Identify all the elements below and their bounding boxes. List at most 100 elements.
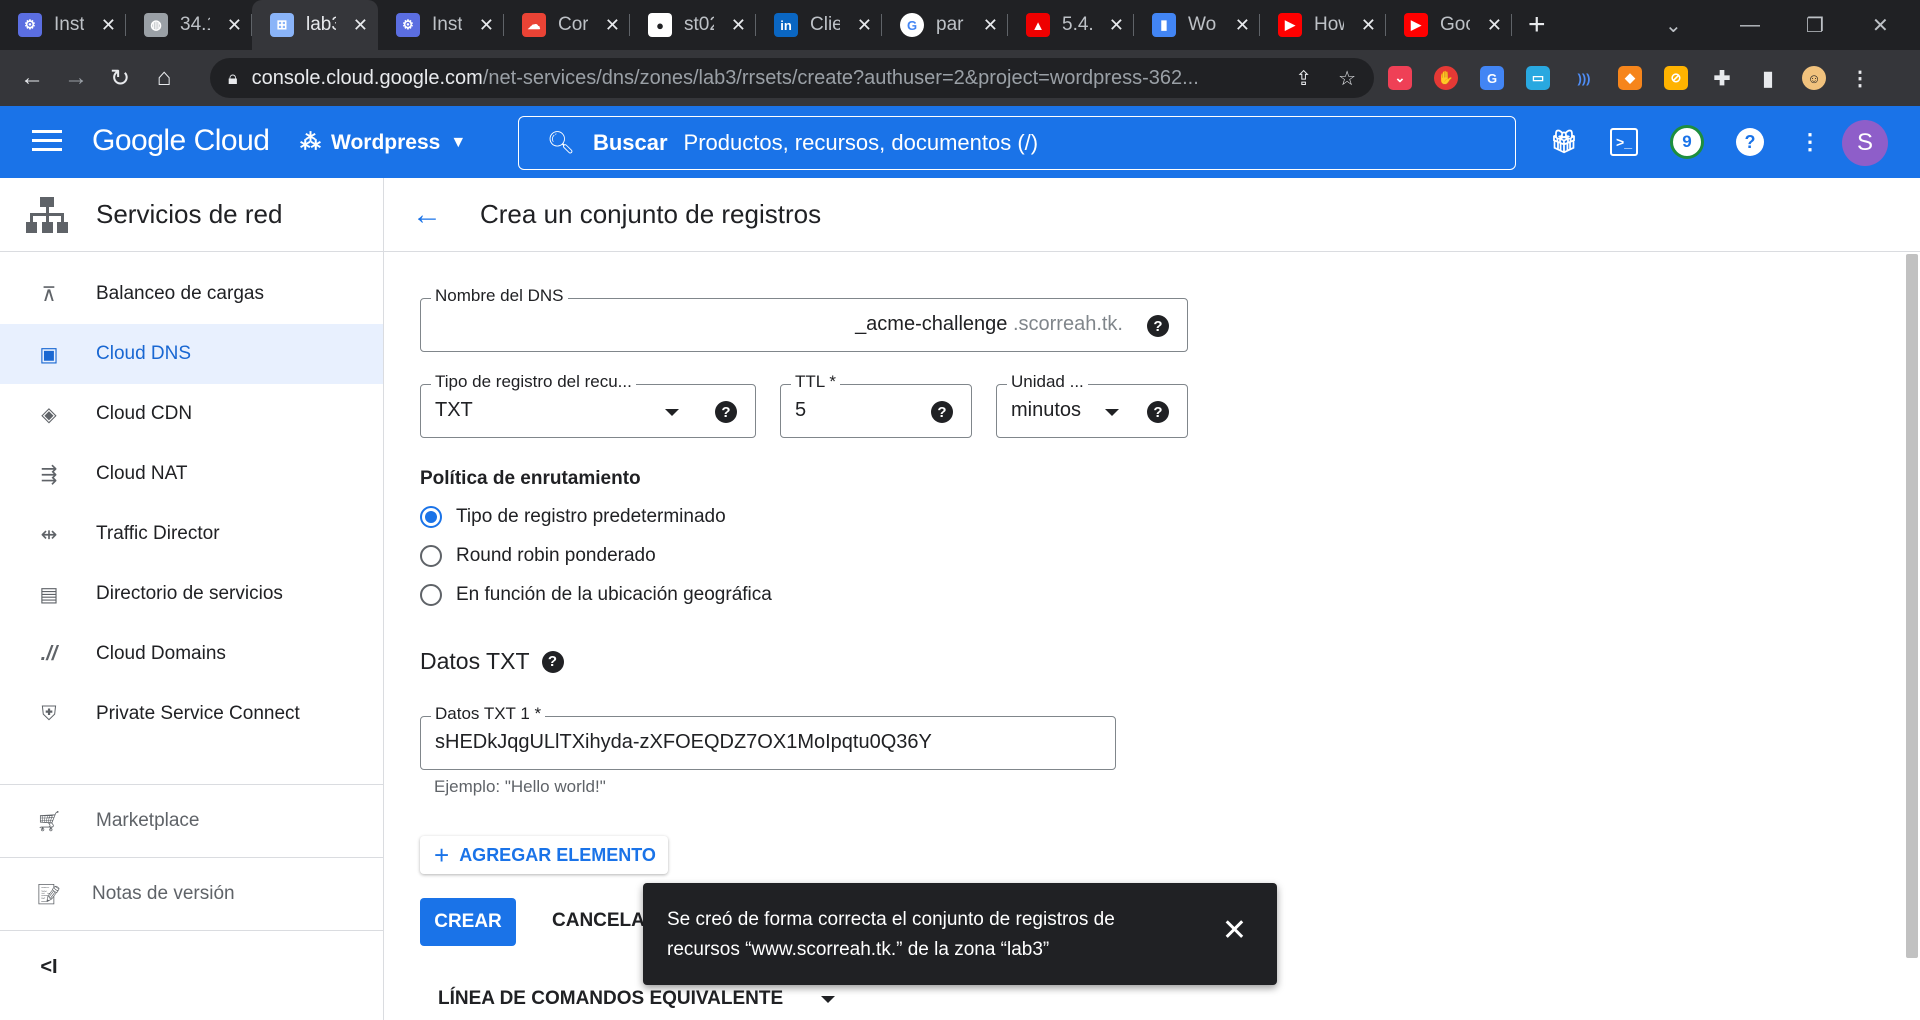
browser-tab[interactable]: ▶ Goo ✕ [1386,0,1512,50]
cloud-shell-icon[interactable]: >_ [1610,128,1638,156]
ttl-unit-select[interactable]: Unidad ... minutos ? [996,372,1188,438]
scrollbar-thumb[interactable] [1906,254,1918,958]
search-input[interactable]: 🔍︎ Buscar Productos, recursos, documento… [518,116,1516,170]
minimize-icon[interactable]: — [1740,0,1760,50]
browser-tab[interactable]: ▮ Wo ✕ [1134,0,1260,50]
close-tab-icon[interactable]: ✕ [1361,15,1376,36]
sidebar-item-label: Cloud CDN [96,403,193,424]
screenshot-icon[interactable]: ▭ [1526,66,1550,90]
help-icon[interactable]: ? [715,401,737,423]
collapse-sidebar-button[interactable]: <I [0,931,383,1003]
restore-icon[interactable]: ❐ [1806,0,1824,50]
browser-tab-active[interactable]: ⊞ lab3 ✕ [252,0,378,50]
ttl-input[interactable]: TTL * 5 ? [780,372,972,438]
close-icon[interactable]: ✕ [1222,913,1247,948]
profile-avatar-icon[interactable]: ☺ [1802,66,1826,90]
sidebar-item-cloud-domains[interactable]: .// Cloud Domains [0,624,383,684]
browser-tab[interactable]: G par ✕ [882,0,1008,50]
help-icon[interactable]: ? [541,650,564,673]
gift-icon[interactable]: 🎁︎ [1550,128,1578,156]
close-tab-icon[interactable]: ✕ [605,15,620,36]
dropdown-arrow-icon: ▼ [450,133,467,151]
create-button[interactable]: CREAR [420,898,516,946]
address-bar[interactable]: 🔒︎ console.cloud.google.com/net-services… [210,58,1374,98]
new-tab-button[interactable]: + [1528,8,1546,42]
sidebar-item-load-balancing[interactable]: ⊼ Balanceo de cargas [0,264,383,324]
browser-tab[interactable]: ◍ 34.1 ✕ [126,0,252,50]
sidebar-item-traffic-director[interactable]: ⇹ Traffic Director [0,504,383,564]
blocker-icon[interactable]: ⊘ [1664,66,1688,90]
sidebar-item-service-directory[interactable]: ▤ Directorio de servicios [0,564,383,624]
notifications-badge[interactable]: 9 [1670,125,1704,159]
browser-tab[interactable]: ⚙ Inst ✕ [378,0,504,50]
close-tab-icon[interactable]: ✕ [857,15,872,36]
sidebar-title: Servicios de red [96,199,283,229]
browser-tab[interactable]: ▲ 5.4. ✕ [1008,0,1134,50]
sidebar-item-cloud-cdn[interactable]: ◈ Cloud CDN [0,384,383,444]
browser-tab[interactable]: in Clie ✕ [756,0,882,50]
home-icon[interactable]: ⌂ [142,64,186,92]
browser-tab[interactable]: ▶ How ✕ [1260,0,1386,50]
browser-tab[interactable]: ● st02 ✕ [630,0,756,50]
add-item-button[interactable]: + AGREGAR ELEMENTO [420,836,668,874]
radio-weighted-round-robin[interactable]: Round robin ponderado [420,545,656,567]
pocket-icon[interactable]: ⌄ [1388,66,1412,90]
close-tab-icon[interactable]: ✕ [1487,15,1502,36]
radio-unselected-icon[interactable] [420,584,442,606]
radio-unselected-icon[interactable] [420,545,442,567]
reload-icon[interactable]: ↻ [98,64,142,93]
audio-icon[interactable]: ))) [1572,66,1596,90]
browser-tab[interactable]: ☁ Cor ✕ [504,0,630,50]
dns-name-field[interactable]: Nombre del DNS _acme-challenge .scorreah… [420,286,1188,352]
sidebar-item-marketplace[interactable]: 🛒︎ Marketplace [0,785,383,857]
sidebar-item-release-notes[interactable]: 📝︎ Notas de versión [0,858,383,930]
private-service-connect-icon: ⛨ [41,702,57,725]
close-tab-icon[interactable]: ✕ [227,15,242,36]
hamburger-menu-icon[interactable] [32,130,62,157]
close-tab-icon[interactable]: ✕ [353,15,368,36]
sidebar: Servicios de red ⊼ Balanceo de cargas ▣ … [0,178,384,1020]
sidebar-item-private-service-connect[interactable]: ⛨ Private Service Connect [0,684,383,744]
close-tab-icon[interactable]: ✕ [983,15,998,36]
metamask-icon[interactable]: ◆ [1618,66,1642,90]
close-tab-icon[interactable]: ✕ [731,15,746,36]
adblock-icon[interactable]: ✋ [1434,66,1458,90]
forward-icon[interactable]: → [54,64,98,92]
snackbar-message: Se creó de forma correcta el conjunto de… [667,909,1115,960]
close-tab-icon[interactable]: ✕ [1109,15,1124,36]
txt-data-input[interactable]: Datos TXT 1 * sHEDkJqgULlTXihyda-zXFOEQD… [420,704,1116,770]
radio-selected-icon[interactable] [420,506,442,528]
project-selector[interactable]: ⁂ Wordpress ▼ [300,130,466,155]
close-window-icon[interactable]: ✕ [1872,0,1889,50]
record-type-select[interactable]: Tipo de registro del recu... TXT ? [420,372,756,438]
txt-data-value: sHEDkJqgULlTXihyda-zXFOEQDZ7OX1MoIpqtu0Q… [435,731,932,753]
share-icon[interactable]: ⇪ [1295,66,1312,91]
close-tab-icon[interactable]: ✕ [479,15,494,36]
sidebar-item-cloud-dns[interactable]: ▣ Cloud DNS [0,324,383,384]
sidebar-item-cloud-nat[interactable]: ⇶ Cloud NAT [0,444,383,504]
google-cloud-logo[interactable]: Google Cloud [92,124,270,158]
browser-menu-icon[interactable]: ⋮ [1848,66,1872,90]
help-icon[interactable]: ? [1147,315,1169,337]
browser-tab[interactable]: ⚙ Inst ✕ [0,0,126,50]
sidepanel-icon[interactable]: ▮ [1756,66,1780,90]
avatar[interactable]: S [1842,120,1888,166]
help-icon[interactable]: ? [1736,128,1764,156]
more-options-icon[interactable]: ⋮ [1796,128,1824,156]
radio-geolocation[interactable]: En función de la ubicación geográfica [420,584,772,606]
equivalent-command-line-button[interactable]: LÍNEA DE COMANDOS EQUIVALENTE [438,988,836,1010]
tab-search-icon[interactable]: ⌄ [1665,0,1682,50]
radio-default-record-type[interactable]: Tipo de registro predeterminado [420,506,726,528]
extensions-puzzle-icon[interactable]: ✚ [1710,66,1734,90]
help-icon[interactable]: ? [1147,401,1169,423]
extensions-area: ⌄ ✋ G ▭ ))) ◆ ⊘ ✚ ▮ ☺ ⋮ [1388,50,1872,106]
translate-icon[interactable]: G [1480,66,1504,90]
dns-name-label: Nombre del DNS [431,286,568,306]
back-icon[interactable]: ← [10,64,54,92]
close-tab-icon[interactable]: ✕ [101,15,116,36]
back-arrow-icon[interactable]: ← [412,198,442,232]
bookmark-star-icon[interactable]: ☆ [1338,66,1356,91]
close-tab-icon[interactable]: ✕ [1235,15,1250,36]
youtube-icon: ▶ [1404,13,1428,37]
help-icon[interactable]: ? [931,401,953,423]
